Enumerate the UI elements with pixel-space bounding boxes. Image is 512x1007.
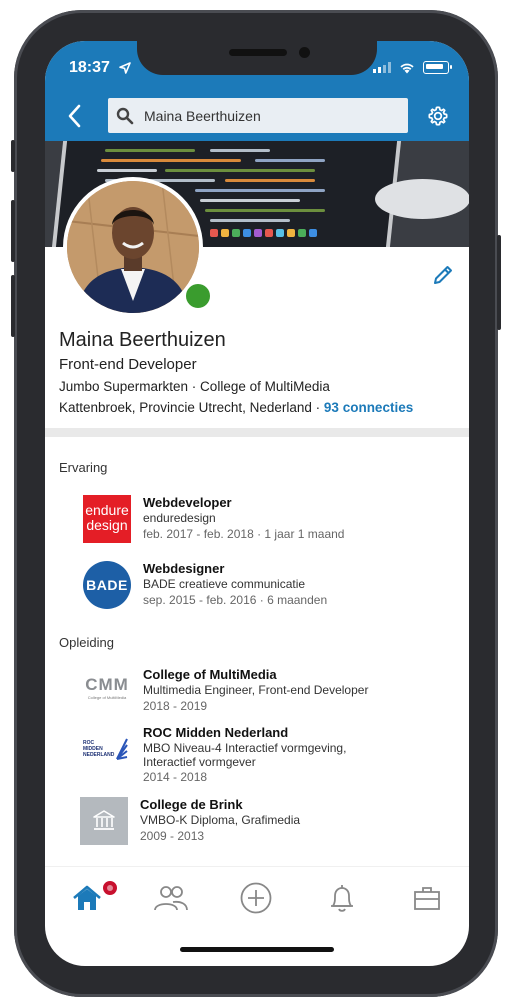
experience-period: feb. 2017 - feb. 2018 · 1 jaar 1 maand [143, 527, 345, 541]
education-school: College of MultiMedia [143, 667, 277, 682]
cover-mouse-image [375, 179, 469, 219]
cellular-signal-icon [373, 62, 391, 73]
phone-notch [137, 41, 377, 75]
bell-icon [331, 885, 353, 912]
roc-logo: ROC MIDDEN NEDERLAND [83, 725, 131, 773]
front-camera [299, 47, 310, 58]
profile-name: Maina Beerthuizen [59, 329, 226, 351]
volume-up-button [11, 200, 15, 262]
profile-avatar[interactable] [63, 177, 213, 317]
experience-company: BADE creatieve communicatie [143, 577, 306, 591]
status-icons [373, 61, 452, 74]
phone-screen: 18:37 Maina Beerthuizen Maina Beerthuize… [45, 41, 469, 966]
jobs-tab[interactable] [409, 881, 445, 915]
section-divider [45, 428, 469, 437]
roc-logo-mark-icon [116, 738, 128, 760]
network-tab[interactable] [153, 881, 189, 915]
experience-section-title: Ervaring [59, 460, 108, 475]
home-tab[interactable] [69, 881, 105, 915]
briefcase-icon [414, 887, 440, 910]
education-section-title: Opleiding [59, 635, 114, 650]
education-degree: VMBO-K Diploma, Grafimedia [140, 813, 301, 827]
home-notification-badge [101, 879, 119, 897]
enduredesign-logo: endure design [83, 495, 131, 543]
bottom-tab-bar [45, 866, 469, 927]
search-input[interactable] [142, 106, 396, 125]
profile-photo [67, 181, 199, 313]
settings-gear-icon[interactable] [427, 105, 449, 127]
search-icon [116, 107, 134, 124]
notifications-tab[interactable] [324, 881, 360, 915]
experience-company: enduredesign [143, 511, 216, 525]
profile-location: Kattenbroek, Provincie Utrecht, Nederlan… [59, 400, 312, 415]
education-degree-continued: Interactief vormgever [143, 755, 256, 769]
education-school: College de Brink [140, 797, 243, 812]
education-school: ROC Midden Nederland [143, 725, 289, 740]
education-period: 2014 - 2018 [143, 770, 208, 784]
search-bar[interactable] [108, 98, 408, 133]
experience-role: Webdeveloper [143, 495, 232, 510]
location-arrow-icon [119, 62, 131, 74]
separator-dot: · [315, 400, 321, 415]
battery-icon [423, 61, 452, 74]
experience-role: Webdesigner [143, 561, 225, 576]
add-post-icon [240, 882, 272, 914]
college-de-brink-logo [80, 797, 128, 845]
my-network-icon [154, 886, 188, 911]
mute-switch [11, 140, 15, 172]
education-period: 2009 - 2013 [140, 829, 205, 843]
status-time: 18:37 [69, 59, 110, 76]
experience-period: sep. 2015 - feb. 2016 · 6 maanden [143, 593, 328, 607]
cmm-logo: CMM College of MultiMedia [85, 675, 129, 700]
post-tab[interactable] [238, 881, 274, 915]
volume-down-button [11, 275, 15, 337]
connections-link[interactable]: 93 connecties [324, 400, 413, 415]
cover-dock-icons [210, 229, 317, 239]
home-icon [73, 885, 101, 910]
online-status-indicator [183, 281, 213, 311]
profile-headline: Front-end Developer [59, 356, 197, 373]
power-button [497, 235, 501, 330]
profile-companies: Jumbo Supermarkten · College of MultiMed… [59, 379, 330, 394]
profile-location-line: Kattenbroek, Provincie Utrecht, Nederlan… [59, 400, 413, 415]
education-degree: MBO Niveau-4 Interactief vormgeving, [143, 741, 347, 755]
back-button[interactable] [65, 103, 85, 129]
education-period: 2018 - 2019 [143, 699, 208, 713]
bade-logo: BADE [83, 561, 131, 609]
school-building-icon [93, 810, 115, 830]
home-indicator[interactable] [180, 947, 334, 952]
speaker-grille [229, 49, 287, 56]
education-degree: Multimedia Engineer, Front-end Developer [143, 683, 369, 697]
wifi-icon [400, 63, 414, 73]
edit-pencil-icon[interactable] [431, 263, 455, 287]
